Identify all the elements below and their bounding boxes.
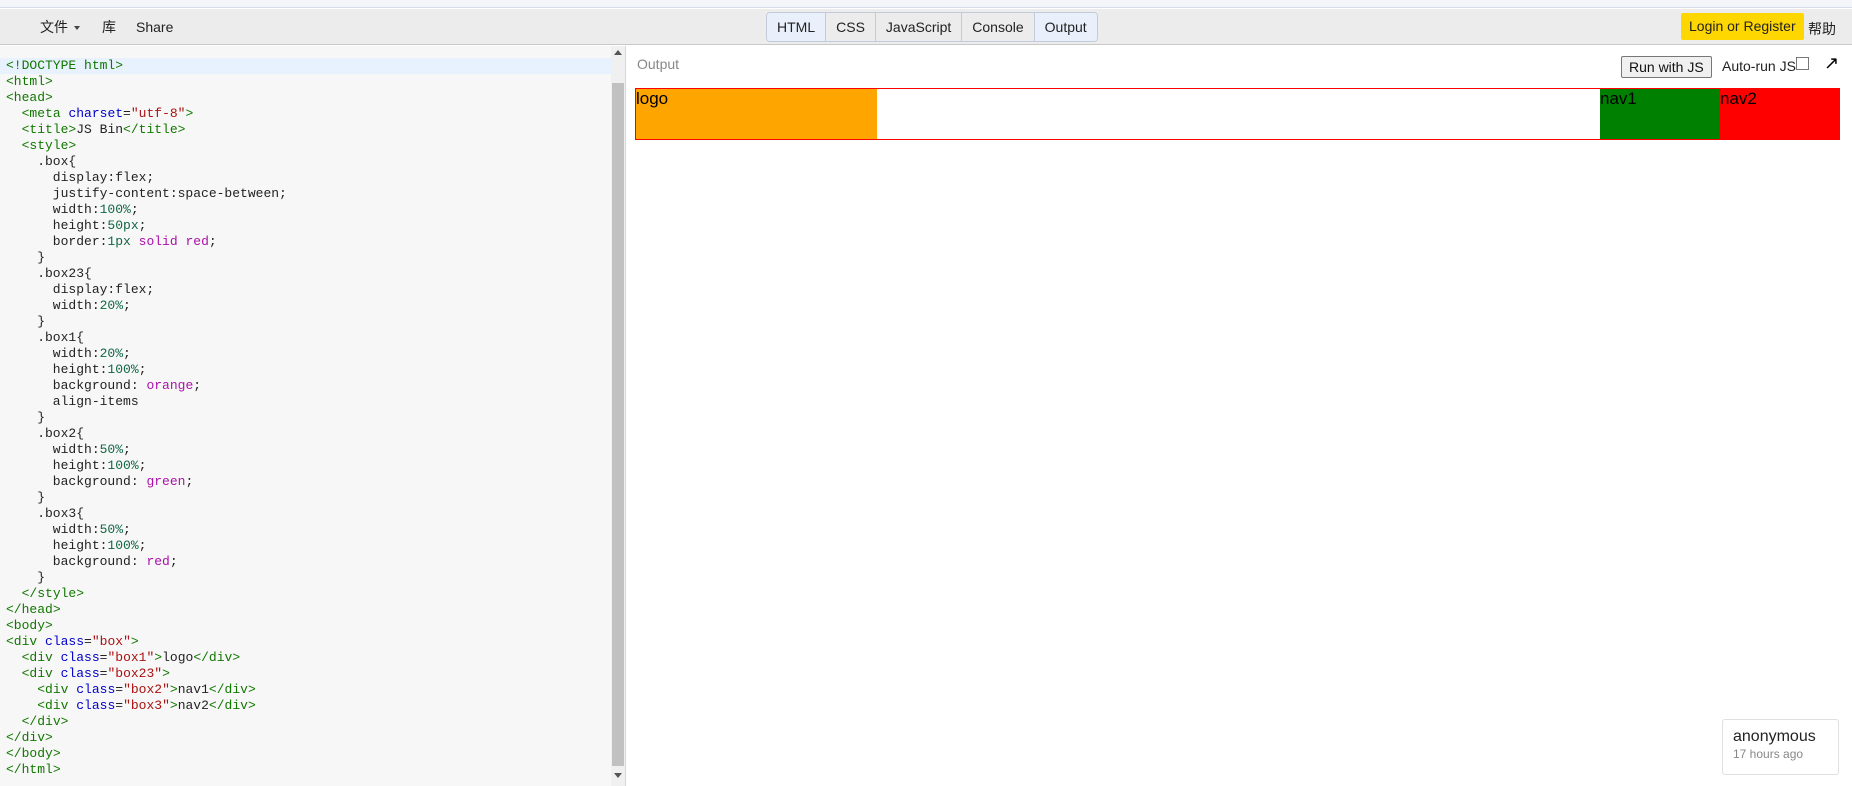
demo-nav1-box: nav1 [1600, 89, 1720, 139]
code-line[interactable]: <div class="box23"> [0, 666, 611, 682]
tab-javascript[interactable]: JavaScript [876, 13, 963, 41]
top-strip [0, 0, 1852, 8]
code-line[interactable]: height:100%; [0, 538, 611, 554]
code-line[interactable]: </body> [0, 746, 611, 762]
user-name: anonymous [1733, 728, 1816, 745]
editor-scrollbar[interactable] [611, 46, 625, 786]
code-line[interactable]: <div class="box2">nav1</div> [0, 682, 611, 698]
code-line[interactable]: display:flex; [0, 282, 611, 298]
code-lines[interactable]: <!DOCTYPE html> <html> <head> <meta charse… [0, 58, 611, 778]
code-line[interactable]: <head> [0, 90, 611, 106]
code-line[interactable]: <html> [0, 74, 611, 90]
demo-logo-box: logo [636, 89, 877, 139]
code-line[interactable]: <!DOCTYPE html> [0, 58, 611, 74]
help-menu[interactable]: 帮助 [1808, 19, 1836, 39]
file-menu-label: 文件 [40, 19, 68, 35]
code-line[interactable]: <title>JS Bin</title> [0, 122, 611, 138]
code-line[interactable]: } [0, 410, 611, 426]
code-line[interactable]: .box3{ [0, 506, 611, 522]
output-panel: Output Run with JS Auto-run JS ↗ logo na… [626, 46, 1852, 786]
code-line[interactable]: height:50px; [0, 218, 611, 234]
code-line[interactable]: </html> [0, 762, 611, 778]
code-line[interactable]: } [0, 314, 611, 330]
code-line[interactable]: <meta charset="utf-8"> [0, 106, 611, 122]
code-line[interactable]: background: red; [0, 554, 611, 570]
code-line[interactable]: <div class="box3">nav2</div> [0, 698, 611, 714]
code-line[interactable]: .box{ [0, 154, 611, 170]
code-line[interactable]: border:1px solid red; [0, 234, 611, 250]
output-label: Output [637, 56, 680, 72]
code-line[interactable]: .box2{ [0, 426, 611, 442]
code-line[interactable]: </div> [0, 714, 611, 730]
tab-html[interactable]: HTML [767, 13, 827, 41]
scrollbar-thumb[interactable] [612, 83, 624, 766]
code-line[interactable]: display:flex; [0, 170, 611, 186]
code-line[interactable]: background: orange; [0, 378, 611, 394]
share-menu[interactable]: Share [136, 19, 173, 35]
library-menu[interactable]: 库 [102, 19, 116, 35]
code-line[interactable]: .box23{ [0, 266, 611, 282]
code-line[interactable]: } [0, 570, 611, 586]
popout-arrow-icon[interactable]: ↗ [1824, 54, 1839, 72]
tab-output[interactable]: Output [1034, 13, 1097, 41]
scroll-down-icon[interactable] [614, 773, 622, 778]
code-line[interactable]: </div> [0, 730, 611, 746]
code-line[interactable]: height:100%; [0, 362, 611, 378]
code-line[interactable]: <style> [0, 138, 611, 154]
demo-box: logo nav1 nav2 [635, 88, 1840, 140]
code-line[interactable]: .box1{ [0, 330, 611, 346]
code-line[interactable]: <div class="box1">logo</div> [0, 650, 611, 666]
toolbar: 文件 库 Share HTML CSS JavaScript Console Outpu… [0, 9, 1852, 45]
code-line[interactable]: width:50%; [0, 522, 611, 538]
code-line[interactable]: } [0, 490, 611, 506]
demo-nav2-box: nav2 [1720, 89, 1840, 139]
html-editor[interactable]: <!DOCTYPE html> <html> <head> <meta charse… [0, 46, 611, 786]
code-line[interactable]: <body> [0, 618, 611, 634]
user-card[interactable]: anonymous 17 hours ago [1722, 719, 1839, 775]
chevron-down-icon [74, 26, 80, 31]
code-line[interactable]: <div class="box"> [0, 634, 611, 650]
tab-css[interactable]: CSS [826, 13, 876, 41]
code-line[interactable]: justify-content:space-between; [0, 186, 611, 202]
user-time: 17 hours ago [1733, 747, 1804, 761]
code-line[interactable]: height:100%; [0, 458, 611, 474]
code-line[interactable]: } [0, 250, 611, 266]
code-line[interactable]: width:20%; [0, 298, 611, 314]
code-line[interactable]: width:50%; [0, 442, 611, 458]
code-line[interactable]: align-items [0, 394, 611, 410]
panel-tabs: HTML CSS JavaScript Console Output [766, 12, 1098, 42]
tab-console[interactable]: Console [962, 13, 1035, 41]
login-register-button[interactable]: Login or Register [1681, 13, 1804, 40]
code-line[interactable]: width:20%; [0, 346, 611, 362]
code-line[interactable]: background: green; [0, 474, 611, 490]
code-line[interactable]: </style> [0, 586, 611, 602]
autorun-label: Auto-run JS [1722, 58, 1796, 74]
code-line[interactable]: </head> [0, 602, 611, 618]
code-line[interactable]: width:100%; [0, 202, 611, 218]
autorun-checkbox[interactable] [1796, 57, 1809, 70]
scroll-up-icon[interactable] [614, 50, 622, 55]
run-with-js-button[interactable]: Run with JS [1621, 56, 1712, 78]
file-menu[interactable]: 文件 [40, 19, 80, 35]
